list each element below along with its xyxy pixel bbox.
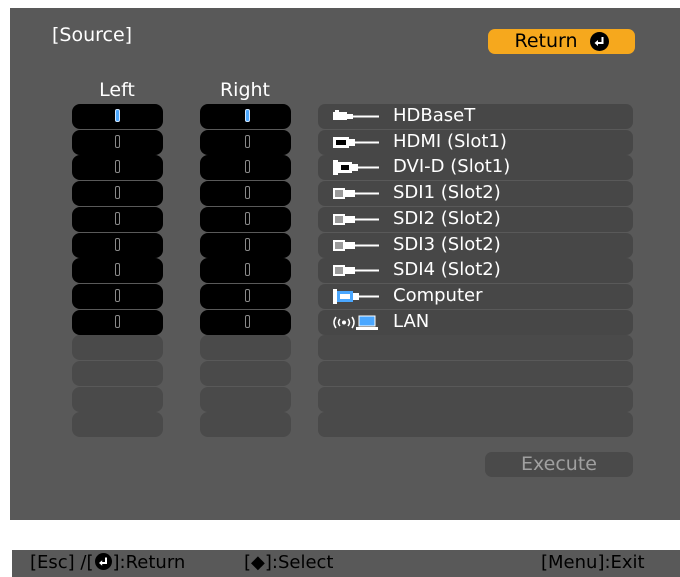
dvi-d-icon: [332, 159, 380, 176]
empty-source-row: [318, 412, 633, 437]
left-cell: [72, 387, 163, 412]
source-label: Computer: [393, 285, 483, 306]
right-cell: [200, 387, 291, 412]
right-selection-indicator: [245, 109, 250, 122]
footer-help-bar: [Esc] /[ ]:Return [◆]:Select [Menu]:Exit: [12, 550, 680, 577]
right-selection-indicator: [245, 135, 250, 148]
source-label: SDI2 (Slot2): [393, 208, 501, 229]
source-row[interactable]: SDI2 (Slot2): [318, 207, 633, 232]
page-title: [Source]: [52, 24, 133, 46]
source-label: LAN: [393, 311, 430, 332]
empty-source-row: [318, 387, 633, 412]
source-label: SDI1 (Slot2): [393, 182, 501, 203]
footer-esc-text: [Esc] /[: [30, 552, 94, 573]
left-selection-indicator: [115, 289, 120, 302]
execute-button[interactable]: Execute: [485, 452, 633, 477]
left-selection-indicator: [115, 212, 120, 225]
left-selection-indicator: [115, 315, 120, 328]
source-row[interactable]: DVI-D (Slot1): [318, 155, 633, 180]
source-row[interactable]: LAN: [318, 310, 633, 335]
source-label: DVI-D (Slot1): [393, 156, 511, 177]
right-selection-indicator: [245, 160, 250, 173]
right-selection-indicator: [245, 238, 250, 251]
left-selection-indicator: [115, 186, 120, 199]
right-cell[interactable]: [200, 130, 291, 155]
left-cell: [72, 361, 163, 386]
right-selection-indicator: [245, 212, 250, 225]
empty-source-row: [318, 335, 633, 360]
right-cell[interactable]: [200, 104, 291, 129]
left-cell[interactable]: [72, 130, 163, 155]
left-cell[interactable]: [72, 181, 163, 206]
left-cell[interactable]: [72, 104, 163, 129]
source-row[interactable]: SDI3 (Slot2): [318, 233, 633, 258]
left-cell[interactable]: [72, 155, 163, 180]
right-cell[interactable]: [200, 155, 291, 180]
left-selection-indicator: [115, 109, 120, 122]
sdi-icon: [332, 211, 380, 228]
right-cell[interactable]: [200, 284, 291, 309]
left-selection-indicator: [115, 238, 120, 251]
lan-icon: [332, 314, 380, 331]
enter-icon: [589, 31, 609, 51]
footer-exit-text: [Menu]:Exit: [541, 552, 645, 573]
source-label: HDBaseT: [393, 105, 476, 126]
return-button[interactable]: Return: [488, 29, 635, 54]
left-selection-indicator: [115, 263, 120, 276]
left-selection-indicator: [115, 135, 120, 148]
left-cell[interactable]: [72, 258, 163, 283]
source-row[interactable]: Computer: [318, 284, 633, 309]
right-selection-indicator: [245, 289, 250, 302]
hdmi-icon: [332, 134, 380, 151]
sdi-icon: [332, 185, 380, 202]
source-row[interactable]: HDBaseT: [318, 104, 633, 129]
right-cell[interactable]: [200, 181, 291, 206]
empty-source-row: [318, 361, 633, 386]
footer-esc-return: [Esc] /[ ]:Return: [30, 552, 185, 573]
left-cell[interactable]: [72, 207, 163, 232]
right-selection-indicator: [245, 186, 250, 199]
right-selection-indicator: [245, 315, 250, 328]
source-row[interactable]: SDI1 (Slot2): [318, 181, 633, 206]
source-label: SDI3 (Slot2): [393, 234, 501, 255]
source-row[interactable]: HDMI (Slot1): [318, 130, 633, 155]
right-cell: [200, 361, 291, 386]
right-cell[interactable]: [200, 207, 291, 232]
source-label: SDI4 (Slot2): [393, 259, 501, 280]
left-cell: [72, 412, 163, 437]
return-label: Return: [514, 30, 578, 52]
source-label: HDMI (Slot1): [393, 131, 507, 152]
hdbaset-icon: [332, 108, 380, 125]
left-cell[interactable]: [72, 284, 163, 309]
left-cell: [72, 335, 163, 360]
left-selection-indicator: [115, 160, 120, 173]
left-cell[interactable]: [72, 233, 163, 258]
enter-icon: [94, 553, 112, 570]
right-cell[interactable]: [200, 258, 291, 283]
source-row[interactable]: SDI4 (Slot2): [318, 258, 633, 283]
left-cell[interactable]: [72, 310, 163, 335]
right-cell[interactable]: [200, 310, 291, 335]
sdi-icon: [332, 262, 380, 279]
footer-select-text: [◆]:Select: [244, 552, 334, 573]
footer-return-text: ]:Return: [112, 552, 186, 573]
left-column-header: Left: [99, 79, 135, 101]
right-cell[interactable]: [200, 233, 291, 258]
right-cell: [200, 335, 291, 360]
right-selection-indicator: [245, 263, 250, 276]
right-cell: [200, 412, 291, 437]
computer-icon: [332, 288, 380, 305]
sdi-icon: [332, 237, 380, 254]
right-column-header: Right: [219, 79, 271, 101]
